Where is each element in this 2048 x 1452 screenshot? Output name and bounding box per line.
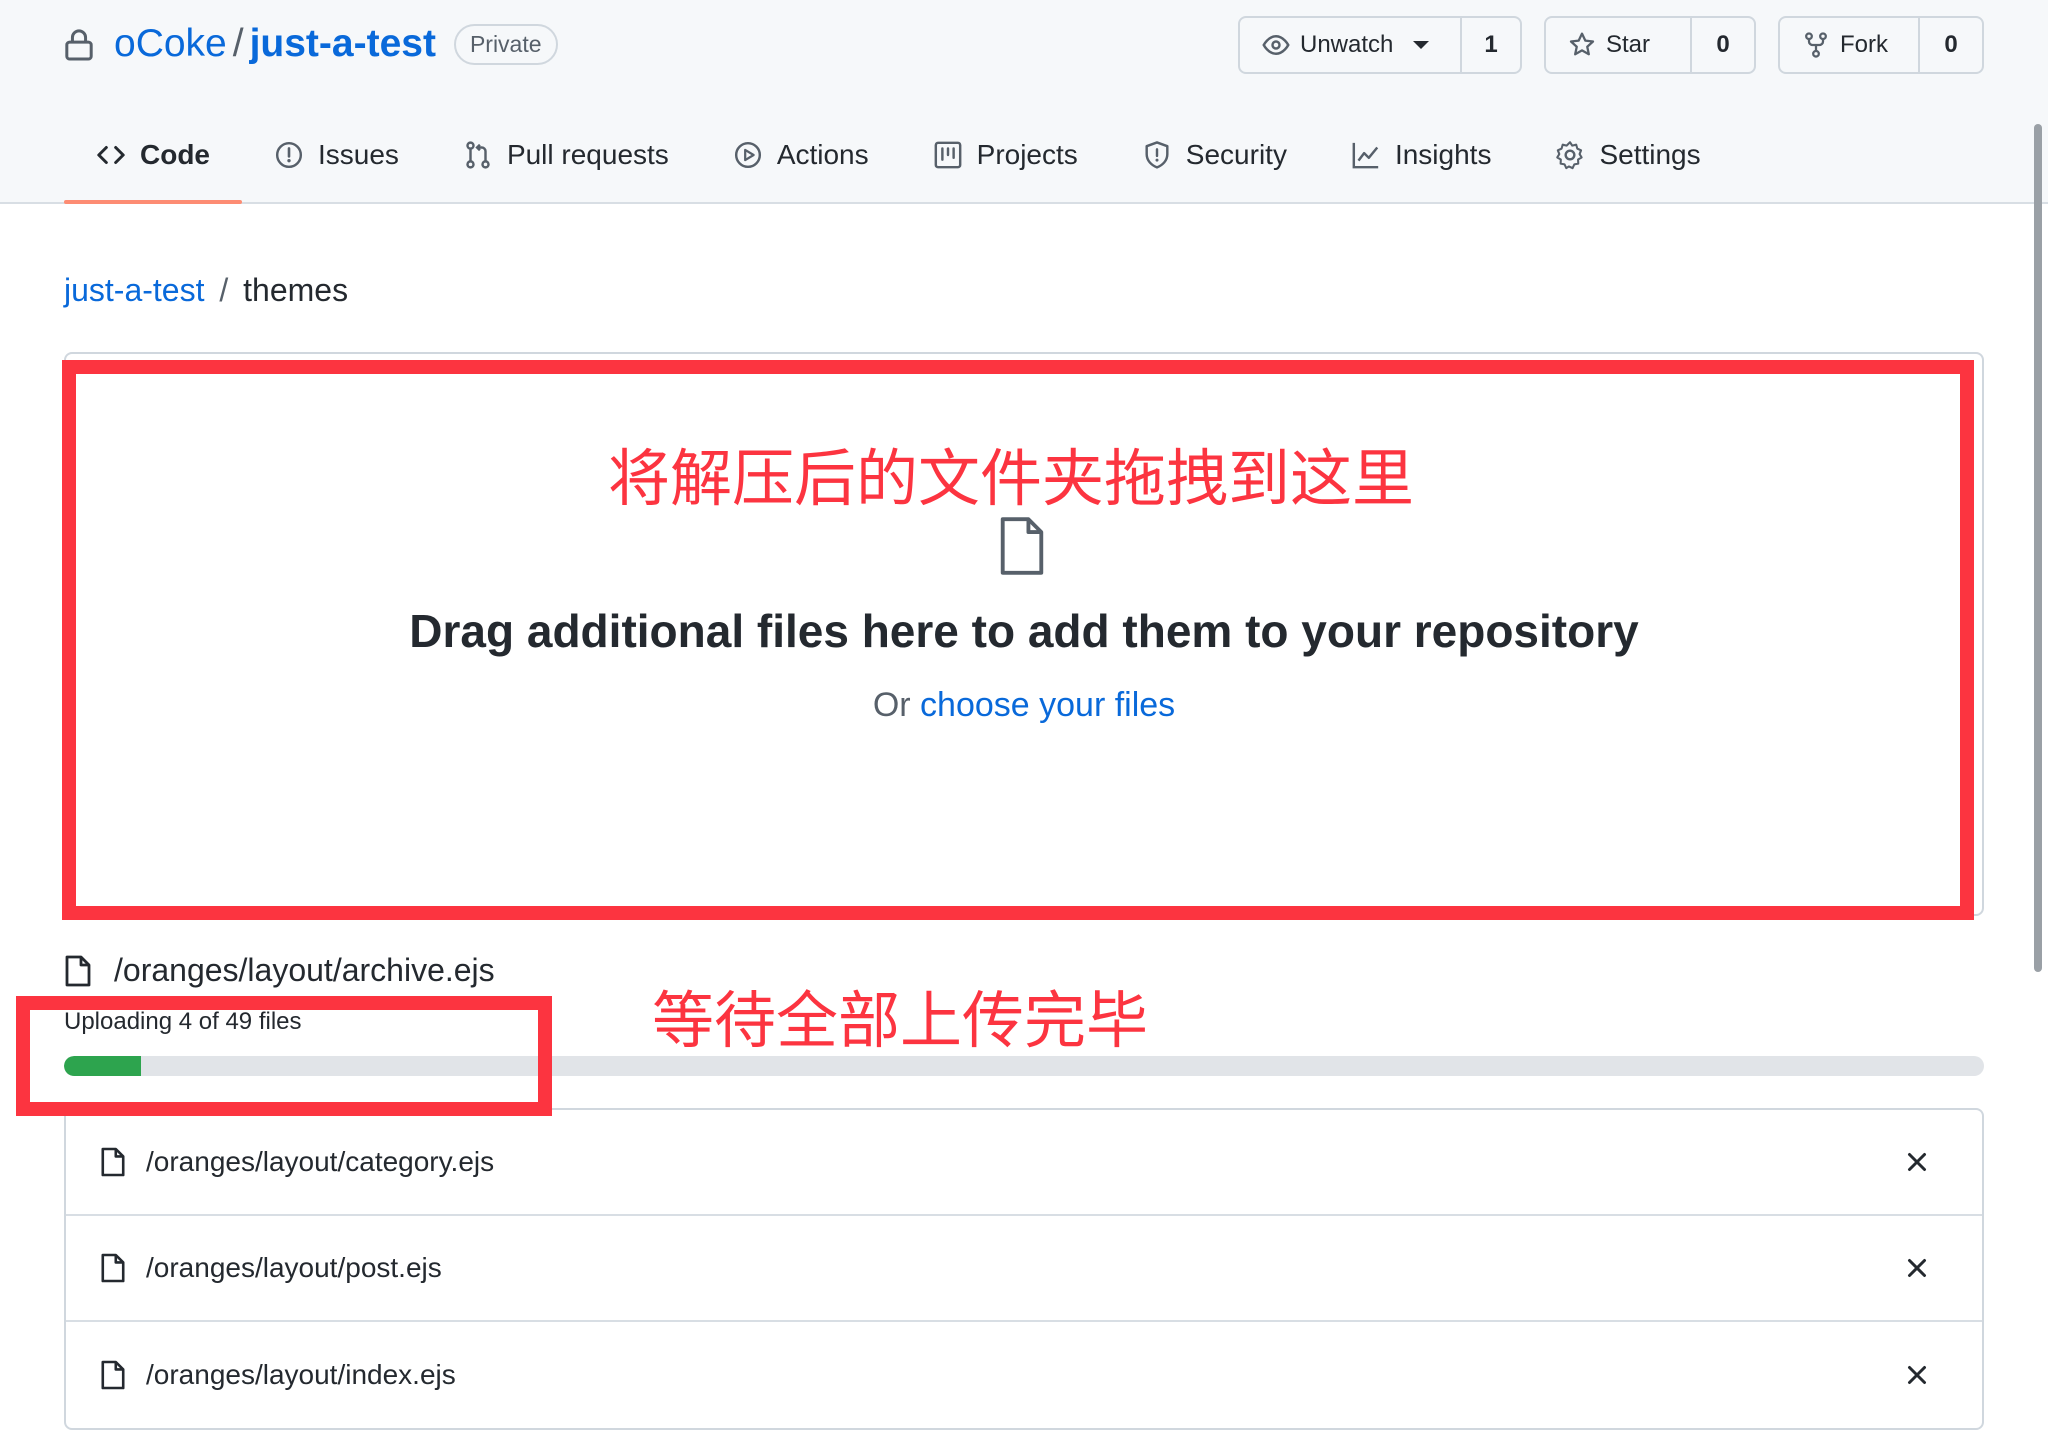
file-name: /oranges/layout/category.ejs [146,1146,495,1177]
remove-file-button[interactable] [1902,1360,1932,1390]
file-icon [100,1360,146,1390]
breadcrumb-separator: / [219,272,229,308]
close-icon [1905,1363,1929,1387]
tab-label: Security [1185,139,1287,170]
repo-title: oCoke / just-a-test Private [64,18,558,70]
upload-progress-fill [64,1056,141,1076]
fork-icon [1802,31,1830,59]
remove-file-button[interactable] [1902,1147,1932,1177]
eye-icon [1262,31,1290,59]
watch-button-group: Unwatch 1 [1238,16,1522,74]
repo-name-link[interactable]: just-a-test [250,22,436,66]
tab-insights[interactable]: Insights [1319,124,1524,186]
star-icon [1568,31,1596,59]
file-row: /oranges/layout/index.ejs [66,1322,1982,1428]
choose-files-link[interactable]: choose your files [920,686,1175,724]
file-name: /oranges/layout/post.ejs [146,1252,442,1283]
tab-code[interactable]: Code [64,124,242,204]
close-icon [1905,1256,1929,1280]
shield-icon [1142,140,1172,170]
current-upload-file: /oranges/layout/archive.ejs [64,952,495,989]
repo-owner-link[interactable]: oCoke [114,22,227,66]
star-button-group: Star 0 [1544,16,1756,74]
graph-icon [1351,140,1381,170]
page-scrollbar[interactable] [2034,124,2042,972]
breadcrumb-root-link[interactable]: just-a-test [64,272,204,308]
tab-label: Code [140,139,210,170]
tab-projects[interactable]: Projects [901,124,1110,186]
star-button[interactable]: Star [1546,18,1692,72]
visibility-badge: Private [453,23,558,65]
upload-status-text: Uploading 4 of 49 files [64,1008,302,1035]
chevron-down-icon [1413,41,1430,49]
drop-zone-annotation-text: 将解压后的文件夹拖拽到这里 [608,442,1415,515]
tab-actions[interactable]: Actions [701,124,901,186]
issue-icon [274,140,304,170]
breadcrumb-current: themes [243,272,349,308]
tab-pull-requests[interactable]: Pull requests [431,124,701,186]
tab-label: Actions [776,139,869,170]
star-label: Star [1606,31,1651,58]
current-file-name: /oranges/layout/archive.ejs [114,952,495,988]
breadcrumb: just-a-test / themes [64,272,348,309]
drop-zone-subtext: Or choose your files [64,686,1984,725]
file-row: /oranges/layout/category.ejs [66,1110,1982,1216]
gear-icon [1555,140,1585,170]
repo-header: oCoke / just-a-test Private Unwatch 1 St… [0,0,2048,204]
lock-icon [64,27,114,61]
remove-file-button[interactable] [1902,1253,1932,1283]
file-icon [100,1253,146,1283]
file-name: /oranges/layout/index.ejs [146,1359,456,1390]
uploaded-file-list: /oranges/layout/category.ejs /oranges/la… [64,1108,1984,1430]
file-icon [64,955,92,987]
repo-title-separator: / [232,22,244,65]
forks-count[interactable]: 0 [1920,18,1982,72]
pull-request-icon [463,140,493,170]
tab-label: Settings [1599,139,1701,170]
tab-label: Projects [976,139,1078,170]
fork-label: Fork [1840,31,1888,58]
upload-annotation-text: 等待全部上传完毕 [652,984,1149,1057]
fork-button-group: Fork 0 [1778,16,1984,74]
tab-security[interactable]: Security [1110,124,1319,186]
drop-zone-heading: Drag additional files here to add them t… [409,605,1639,657]
repo-nav-tabs: Code Issues Pull requests Actions Projec… [64,124,1733,204]
tab-label: Pull requests [506,139,669,170]
file-icon [100,1147,146,1177]
file-row: /oranges/layout/post.ejs [66,1216,1982,1322]
stars-count[interactable]: 0 [1692,18,1754,72]
unwatch-button[interactable]: Unwatch [1240,18,1462,72]
tab-label: Insights [1394,139,1492,170]
drop-zone-or: Or [872,686,911,724]
watchers-count[interactable]: 1 [1462,18,1520,72]
tab-label: Issues [318,139,399,170]
tab-issues[interactable]: Issues [242,124,431,186]
unwatch-label: Unwatch [1300,31,1394,58]
play-icon [733,140,763,170]
project-icon [933,140,963,170]
fork-button[interactable]: Fork [1780,18,1920,72]
code-icon [96,140,126,170]
tab-settings[interactable]: Settings [1523,124,1732,186]
close-icon [1905,1150,1929,1174]
